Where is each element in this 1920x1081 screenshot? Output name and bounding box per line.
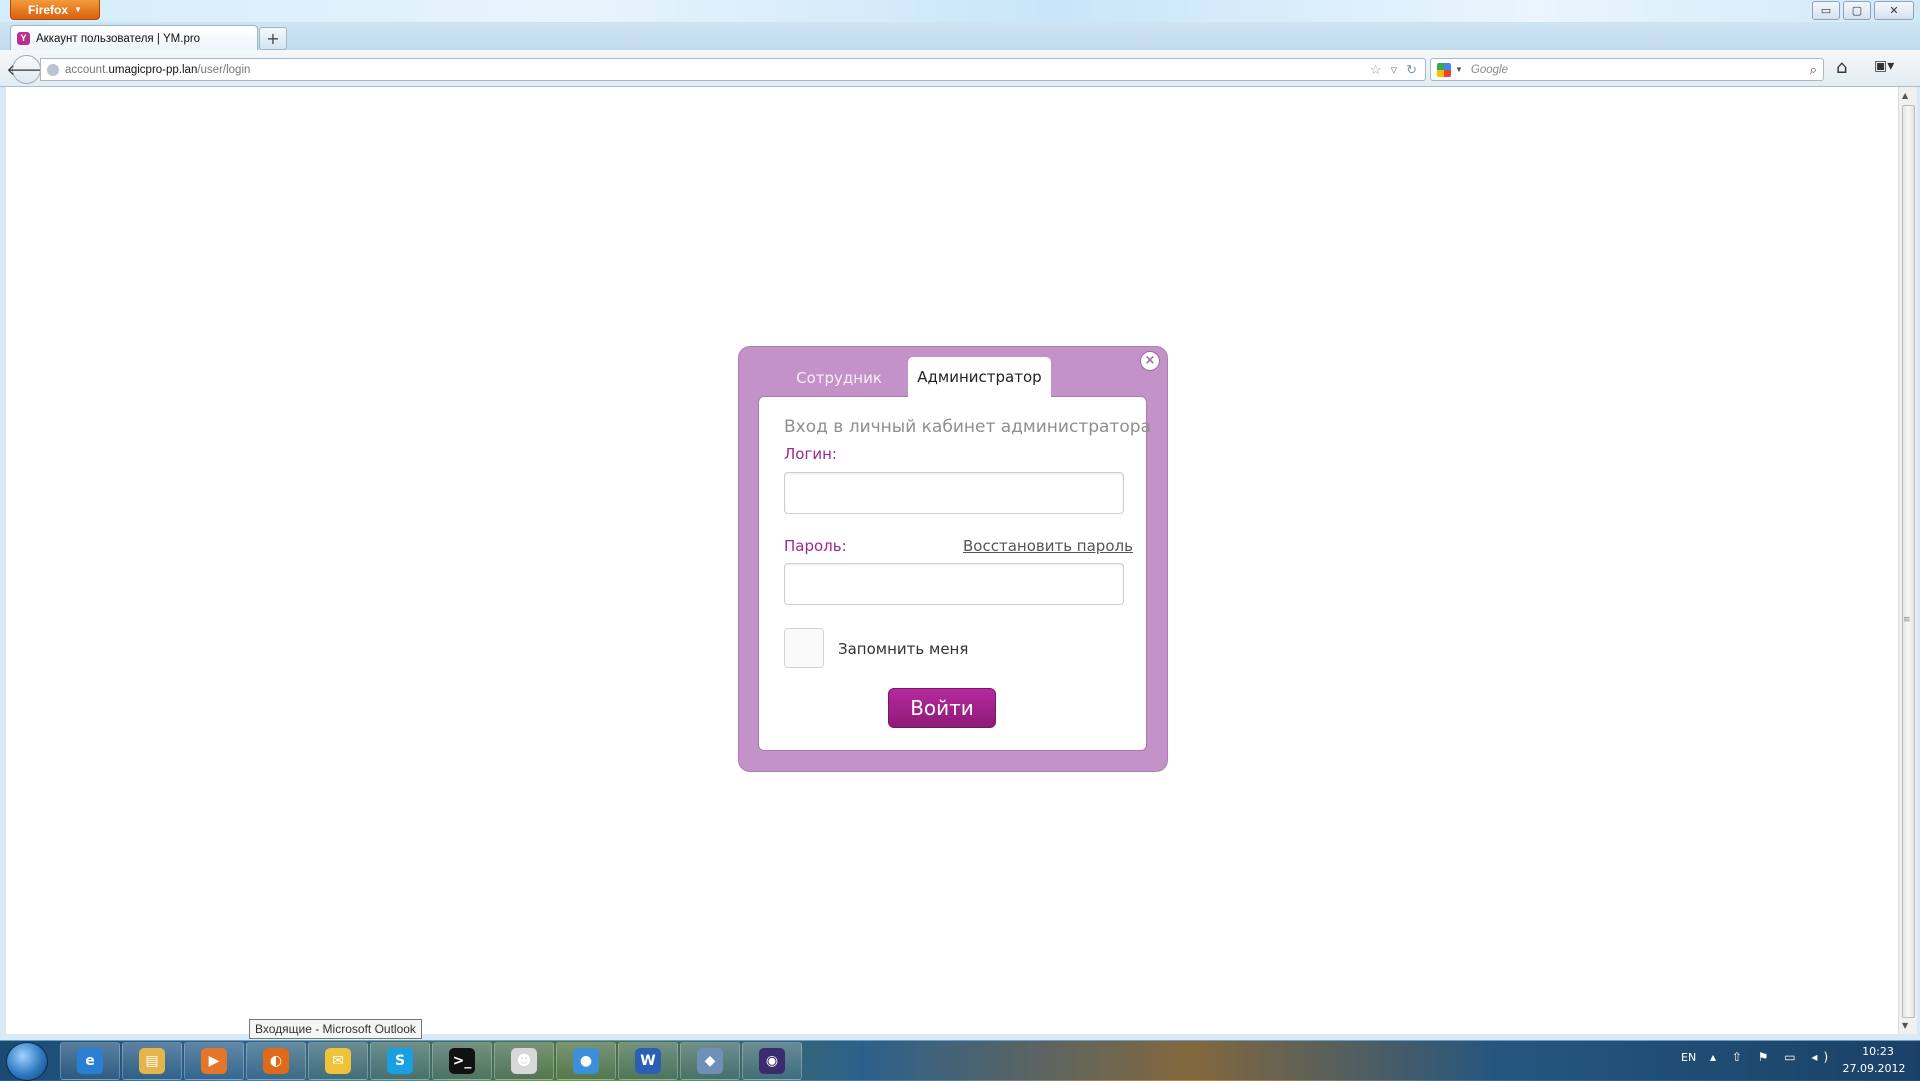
minimize-icon: ▭ — [1820, 4, 1832, 17]
terminal-icon: >_ — [449, 1048, 475, 1074]
scroll-down-icon[interactable]: ▼ — [1902, 1021, 1908, 1030]
scroll-up-icon[interactable]: ▲ — [1902, 91, 1908, 100]
site-identity-icon[interactable] — [47, 63, 59, 76]
taskbar-button[interactable]: ✉ — [308, 1042, 368, 1080]
engine-dropdown-icon[interactable]: ▼ — [1455, 65, 1463, 74]
taskbar-button[interactable]: ● — [556, 1042, 616, 1080]
url-domain: umagicpro-pp.lan — [108, 63, 198, 76]
close-window-button[interactable]: ✕ — [1874, 1, 1914, 20]
outlook-icon: ✉ — [325, 1048, 351, 1074]
address-bar[interactable]: account. umagicpro-pp.lan/user/login ☆ ▿ … — [40, 58, 1426, 81]
window-titlebar — [0, 0, 1920, 23]
dialog-close-button[interactable]: × — [1140, 351, 1160, 371]
maximize-button[interactable]: ▢ — [1843, 1, 1871, 20]
firefox-icon: ◐ — [263, 1048, 289, 1074]
word-icon: W — [635, 1048, 661, 1074]
plus-icon: + — [266, 29, 280, 48]
close-icon: ✕ — [1889, 4, 1899, 17]
taskbar-button[interactable]: ☻ — [494, 1042, 554, 1080]
login-heading: Вход в личный кабинет администратора — [784, 417, 1151, 437]
extensions-menu-icon[interactable]: ▣▾ — [1874, 58, 1894, 74]
firefox-menu-label: Firefox — [28, 2, 69, 17]
history-dropdown-icon[interactable]: ▿ — [1391, 62, 1398, 78]
taskbar-button[interactable]: S — [370, 1042, 430, 1080]
chevron-down-icon: ▼ — [74, 5, 82, 14]
password-field[interactable] — [784, 563, 1124, 605]
login-field[interactable] — [784, 472, 1124, 514]
taskbar-button[interactable]: ◐ — [246, 1042, 306, 1080]
google-engine-icon[interactable] — [1437, 62, 1451, 77]
scroll-grip-icon: ≡ — [1903, 615, 1911, 625]
browser-tab-active[interactable]: Y Аккаунт пользователя | YM.pro — [10, 25, 258, 51]
restore-password-link[interactable]: Восстановить пароль — [963, 537, 1133, 555]
tab-employee[interactable]: Сотрудник — [780, 360, 898, 396]
vertical-scrollbar[interactable]: ▲ ≡ ▼ — [1898, 87, 1917, 1034]
taskbar-button[interactable]: ◆ — [680, 1042, 740, 1080]
password-label: Пароль: — [784, 537, 847, 555]
remember-me-checkbox[interactable] — [784, 628, 824, 668]
taskbar-button[interactable]: e — [60, 1042, 120, 1080]
taskbar-button[interactable]: >_ — [432, 1042, 492, 1080]
taskbar-button[interactable]: ◉ — [742, 1042, 802, 1080]
back-button[interactable]: 🡐 — [6, 55, 47, 84]
clock-time[interactable]: 10:23 — [1853, 1045, 1903, 1058]
internet-explorer-icon: e — [77, 1048, 103, 1074]
clock-date[interactable]: 27.09.2012 — [1838, 1062, 1910, 1075]
login-submit-button[interactable]: Войти — [888, 688, 996, 728]
maximize-icon: ▢ — [1851, 4, 1863, 17]
search-bar[interactable]: ▼ Google ⌕ — [1430, 58, 1824, 81]
login-label: Логин: — [784, 445, 837, 463]
language-indicator[interactable]: EN — [1681, 1051, 1696, 1064]
firefox-menu-button[interactable]: Firefox ▼ — [10, 0, 100, 20]
minimize-button[interactable]: ▭ — [1812, 1, 1840, 20]
taskbar-button[interactable]: ▶ — [184, 1042, 244, 1080]
search-icon[interactable]: ⌕ — [1810, 62, 1817, 78]
reload-icon[interactable]: ↻ — [1406, 62, 1417, 78]
bookmark-star-icon[interactable]: ☆ — [1370, 62, 1382, 78]
media-player-icon: ▶ — [201, 1048, 227, 1074]
site-favicon-icon: Y — [17, 32, 30, 45]
url-path: /user/login — [197, 63, 251, 76]
taskbar-button[interactable]: W — [618, 1042, 678, 1080]
app-blue-icon: ● — [573, 1048, 599, 1074]
alien-app-icon: ☻ — [511, 1048, 537, 1074]
search-placeholder: Google — [1470, 63, 1509, 76]
skype-icon: S — [387, 1048, 413, 1074]
url-prefix: account. — [65, 63, 109, 76]
home-icon[interactable]: ⌂ — [1836, 57, 1847, 78]
explorer-folder-icon: ▤ — [139, 1048, 165, 1074]
close-icon: × — [1144, 353, 1156, 368]
browser-tab-title: Аккаунт пользователя | YM.pro — [36, 32, 201, 45]
start-button[interactable] — [6, 1042, 48, 1081]
remember-me-label: Запомнить меня — [838, 640, 969, 658]
scrollbar-thumb[interactable] — [1902, 105, 1915, 1018]
tab-strip — [0, 22, 1920, 50]
new-tab-button[interactable]: + — [259, 27, 287, 50]
eclipse-icon: ◉ — [759, 1048, 785, 1074]
taskbar-button[interactable]: ▤ — [122, 1042, 182, 1080]
taskbar-tooltip: Входящие - Microsoft Outlook — [249, 1019, 422, 1039]
system-tray-icons[interactable]: ▴ ⇧ ⚑ ▭ ◂) — [1710, 1050, 1834, 1064]
tab-administrator[interactable]: Администратор — [908, 357, 1051, 397]
virtualbox-icon: ◆ — [697, 1048, 723, 1074]
